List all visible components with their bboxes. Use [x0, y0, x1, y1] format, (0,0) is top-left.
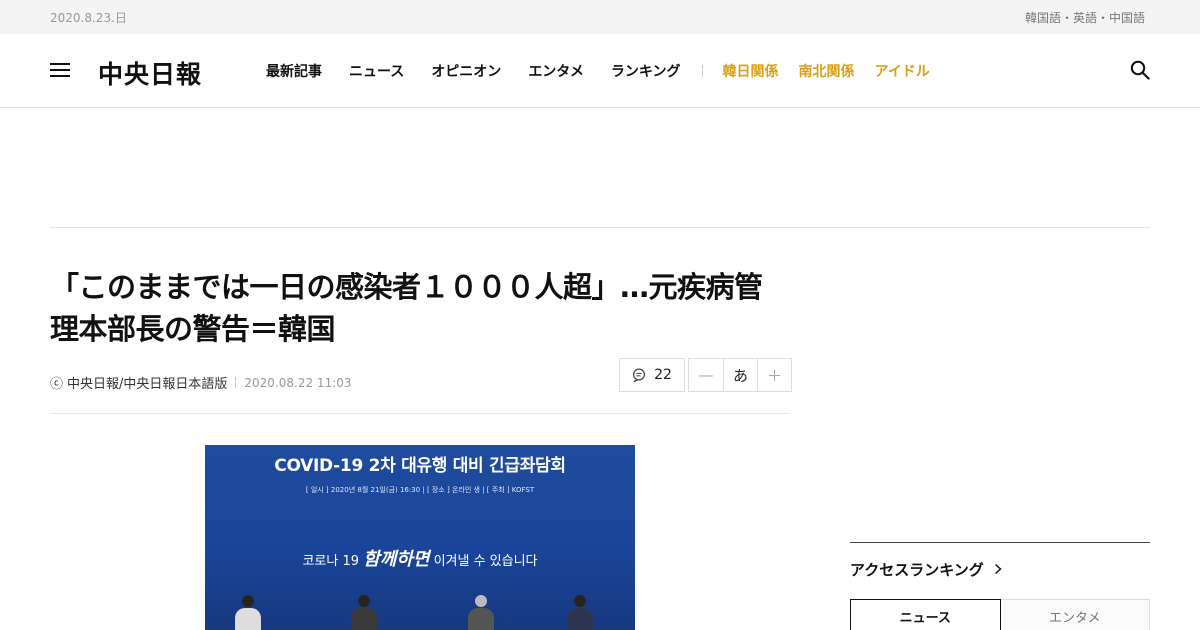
nav-item-news[interactable]: ニュース [349, 61, 404, 81]
site-logo[interactable]: 中央日報 [98, 55, 202, 91]
font-decrease-button[interactable]: — [689, 359, 723, 391]
article-source: 中央日報/中央日報日本語版 [67, 377, 228, 392]
chevron-right-icon [995, 563, 1002, 575]
article-photo: COVID-19 2차 대유행 대비 긴급좌담회 [ 일시 ] 2020년 8월… [205, 445, 635, 630]
font-size-controls: — あ ＋ [688, 358, 792, 392]
article-title: 「このままでは一日の感染者１０００人超」…元疾病管理本部長の警告＝韓国 [50, 270, 763, 346]
nav-item-korea-japan[interactable]: 韓日関係 [723, 61, 779, 81]
nav-divider [701, 65, 703, 77]
nav-item-north-south[interactable]: 南北関係 [799, 61, 855, 81]
tab-news[interactable]: ニュース [850, 599, 1001, 630]
copyright-icon: ⓒ [50, 377, 64, 392]
tab-entertainment[interactable]: エンタメ [1000, 599, 1150, 630]
comment-count: 22 [654, 367, 672, 383]
comment-icon [633, 368, 646, 382]
ranking-title-link[interactable]: アクセスランキング [850, 559, 1003, 580]
site-header: 中央日報 最新記事 ニュース オピニオン エンタメ ランキング 韓日関係 南北関… [0, 34, 1200, 108]
byline-divider [235, 377, 237, 388]
nav-item-entertainment[interactable]: エンタメ [528, 61, 584, 81]
photo-person [235, 595, 261, 630]
current-date: 2020.8.23.日 [50, 11, 127, 25]
ranking-tabs: ニュース エンタメ [850, 599, 1150, 630]
search-icon[interactable] [1130, 60, 1150, 80]
article-divider [50, 413, 790, 414]
nav-item-latest[interactable]: 最新記事 [266, 61, 322, 81]
photo-slogan: 코로나 19 함께하면 이겨낼 수 있습니다 [205, 545, 635, 571]
comment-button[interactable]: 22 [619, 358, 685, 392]
ranking-title: アクセスランキング [850, 561, 984, 579]
top-utility-bar: 2020.8.23.日 韓国語・英語・中国語 [0, 0, 1200, 34]
photo-person [468, 595, 494, 630]
photo-slogan-emphasis: 함께하면 [363, 549, 430, 570]
nav-item-ranking[interactable]: ランキング [611, 61, 681, 81]
photo-person [567, 595, 593, 630]
menu-icon[interactable] [50, 62, 70, 78]
article-byline: ⓒ 中央日報/中央日報日本語版 2020.08.22 11:03 [50, 373, 352, 393]
photo-slogan-prefix: 코로나 19 [302, 554, 360, 569]
font-increase-button[interactable]: ＋ [757, 359, 791, 391]
ad-area-divider [50, 227, 1150, 228]
photo-person [351, 595, 377, 630]
photo-banner-title: COVID-19 2차 대유행 대비 긴급좌담회 [274, 456, 566, 476]
font-sample: あ [723, 359, 757, 391]
nav-item-idol[interactable]: アイドル [875, 61, 930, 81]
photo-slogan-suffix: 이겨낼 수 있습니다 [433, 554, 538, 569]
photo-banner-info: [ 일시 ] 2020년 8월 21일(금) 16:30 | [ 장소 ] 온라… [305, 486, 535, 494]
language-links[interactable]: 韓国語・英語・中国語 [1025, 9, 1145, 26]
nav-item-opinion[interactable]: オピニオン [431, 61, 501, 81]
main-nav: 最新記事 ニュース オピニオン エンタメ ランキング 韓日関係 南北関係 アイド… [266, 61, 950, 81]
article-timestamp: 2020.08.22 11:03 [244, 375, 352, 390]
ranking-top-border [850, 542, 1150, 543]
